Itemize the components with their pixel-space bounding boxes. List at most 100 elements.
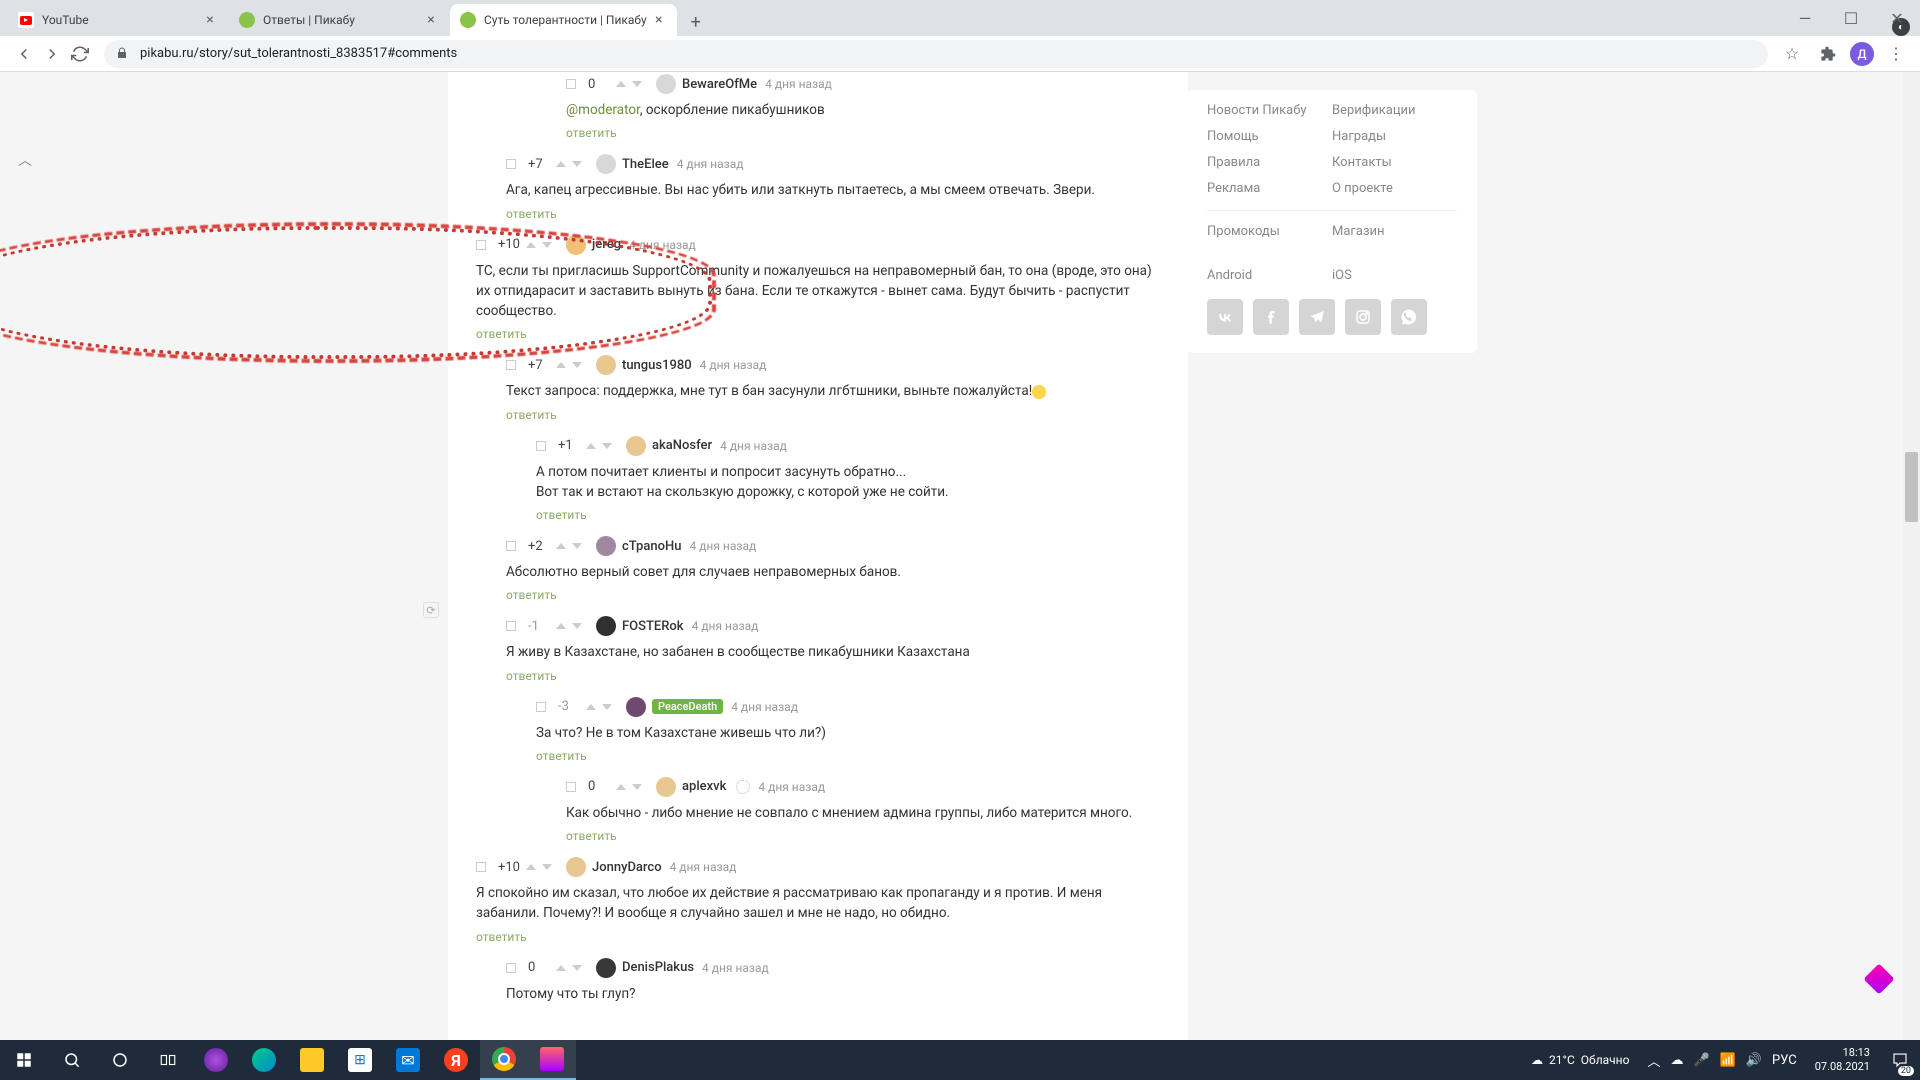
sidebar-link-ios[interactable]: iOS xyxy=(1332,263,1457,289)
username-link[interactable]: JonnyDarco xyxy=(592,860,662,875)
avatar[interactable] xyxy=(596,616,616,636)
username-link[interactable]: FOSTERok xyxy=(622,619,684,634)
close-icon[interactable]: × xyxy=(202,12,218,28)
grammar-fab-icon[interactable] xyxy=(1863,963,1894,994)
scroll-top-button[interactable]: ︿ xyxy=(18,150,32,170)
username-link[interactable]: TheElee xyxy=(622,157,669,172)
downvote-button[interactable] xyxy=(632,81,642,87)
task-view-button[interactable] xyxy=(144,1040,192,1080)
back-button[interactable] xyxy=(10,40,38,68)
facebook-icon[interactable] xyxy=(1253,299,1289,335)
search-button[interactable] xyxy=(48,1040,96,1080)
tray-wifi-icon[interactable]: 📶 xyxy=(1720,1053,1736,1068)
upvote-button[interactable] xyxy=(616,81,626,87)
taskbar-app-paint[interactable] xyxy=(528,1040,576,1080)
profile-button[interactable]: Д xyxy=(1850,42,1874,66)
downvote-button[interactable] xyxy=(572,543,582,549)
instagram-icon[interactable] xyxy=(1345,299,1381,335)
username-link[interactable]: aplexvk xyxy=(682,779,726,794)
collapse-toggle[interactable] xyxy=(506,541,516,551)
maximize-button[interactable]: ☐ xyxy=(1828,0,1874,36)
taskbar-clock[interactable]: 18:13 07.08.2021 xyxy=(1805,1046,1880,1074)
url-input[interactable]: pikabu.ru/story/sut_tolerantnosti_838351… xyxy=(104,40,1768,68)
cortana-button[interactable] xyxy=(96,1040,144,1080)
downvote-button[interactable] xyxy=(602,443,612,449)
downvote-button[interactable] xyxy=(572,362,582,368)
downvote-button[interactable] xyxy=(572,161,582,167)
tray-volume-icon[interactable]: 🔊 xyxy=(1746,1053,1762,1068)
reply-button[interactable]: ответить xyxy=(506,205,557,227)
sidebar-link-promo[interactable]: Промокоды xyxy=(1207,219,1332,245)
avatar[interactable] xyxy=(626,436,646,456)
close-icon[interactable]: × xyxy=(651,12,667,28)
taskbar-app-explorer[interactable] xyxy=(288,1040,336,1080)
upvote-button[interactable] xyxy=(556,543,566,549)
reply-button[interactable]: ответить xyxy=(536,506,587,528)
scrollbar-thumb[interactable] xyxy=(1905,452,1918,522)
close-icon[interactable]: × xyxy=(423,12,439,28)
avatar[interactable] xyxy=(596,536,616,556)
menu-button[interactable]: ⋮ xyxy=(1882,40,1910,68)
reload-button[interactable] xyxy=(66,40,94,68)
avatar[interactable] xyxy=(596,355,616,375)
downvote-button[interactable] xyxy=(572,623,582,629)
taskbar-app-edge[interactable] xyxy=(240,1040,288,1080)
upvote-button[interactable] xyxy=(556,965,566,971)
weather-widget[interactable]: ☁ 21°C Облачно xyxy=(1521,1053,1639,1067)
reply-button[interactable]: ответить xyxy=(536,747,587,769)
sidebar-link-news[interactable]: Новости Пикабу xyxy=(1207,98,1332,124)
reply-button[interactable]: ответить xyxy=(506,406,557,428)
refresh-comments-icon[interactable]: ⟳ xyxy=(423,602,439,618)
collapse-toggle[interactable] xyxy=(506,621,516,631)
vk-icon[interactable] xyxy=(1207,299,1243,335)
collapse-toggle[interactable] xyxy=(476,862,486,872)
collapse-toggle[interactable] xyxy=(566,79,576,89)
taskbar-app-chrome[interactable] xyxy=(480,1040,528,1080)
taskbar-app-yandex[interactable] xyxy=(192,1040,240,1080)
upvote-button[interactable] xyxy=(556,362,566,368)
sidebar-link-contacts[interactable]: Контакты xyxy=(1332,150,1457,176)
tray-lang[interactable]: РУС xyxy=(1772,1053,1797,1068)
start-button[interactable] xyxy=(0,1040,48,1080)
avatar[interactable] xyxy=(566,235,586,255)
viber-icon[interactable] xyxy=(1391,299,1427,335)
taskbar-app-yandex-browser[interactable]: Я xyxy=(432,1040,480,1080)
downvote-button[interactable] xyxy=(632,784,642,790)
downvote-button[interactable] xyxy=(602,704,612,710)
username-link[interactable]: cTpanoHu xyxy=(622,539,681,554)
reply-button[interactable]: ответить xyxy=(566,124,617,146)
taskbar-app-store[interactable]: ⊞ xyxy=(336,1040,384,1080)
avatar[interactable] xyxy=(596,154,616,174)
collapse-toggle[interactable] xyxy=(476,240,486,250)
username-link[interactable]: jereg xyxy=(592,237,621,252)
mention-link[interactable]: @moderator xyxy=(566,102,640,118)
username-link[interactable]: PeaceDeath xyxy=(652,699,723,714)
downvote-button[interactable] xyxy=(542,242,552,248)
minimize-button[interactable]: — xyxy=(1782,0,1828,36)
tab-pikabu-story[interactable]: Суть толерантности | Пикабу × xyxy=(450,4,677,36)
reply-button[interactable]: ответить xyxy=(476,928,527,950)
username-link[interactable]: BewareOfMe xyxy=(682,77,757,92)
upvote-button[interactable] xyxy=(556,623,566,629)
tray-chevron-icon[interactable]: ︿ xyxy=(1647,1051,1660,1070)
upvote-button[interactable] xyxy=(526,242,536,248)
username-link[interactable]: DenisPlakus xyxy=(622,960,694,975)
downvote-button[interactable] xyxy=(572,965,582,971)
upvote-button[interactable] xyxy=(586,704,596,710)
sidebar-link-verif[interactable]: Верификации xyxy=(1332,98,1457,124)
notifications-button[interactable]: 20 xyxy=(1880,1040,1920,1080)
scrollbar[interactable] xyxy=(1903,72,1920,1040)
avatar[interactable] xyxy=(656,777,676,797)
tab-youtube[interactable]: YouTube × xyxy=(8,4,228,36)
reply-button[interactable]: ответить xyxy=(506,586,557,608)
downvote-button[interactable] xyxy=(542,864,552,870)
close-window-button[interactable]: ✕ xyxy=(1874,0,1920,36)
sidebar-link-about[interactable]: О проекте xyxy=(1332,176,1457,202)
new-tab-button[interactable]: + xyxy=(682,8,710,36)
reply-button[interactable]: ответить xyxy=(506,667,557,689)
sidebar-link-rules[interactable]: Правила xyxy=(1207,150,1332,176)
taskbar-app-mail[interactable]: ✉ xyxy=(384,1040,432,1080)
tab-pikabu-answers[interactable]: Ответы | Пикабу × xyxy=(229,4,449,36)
forward-button[interactable] xyxy=(38,40,66,68)
sidebar-link-help[interactable]: Помощь xyxy=(1207,124,1332,150)
